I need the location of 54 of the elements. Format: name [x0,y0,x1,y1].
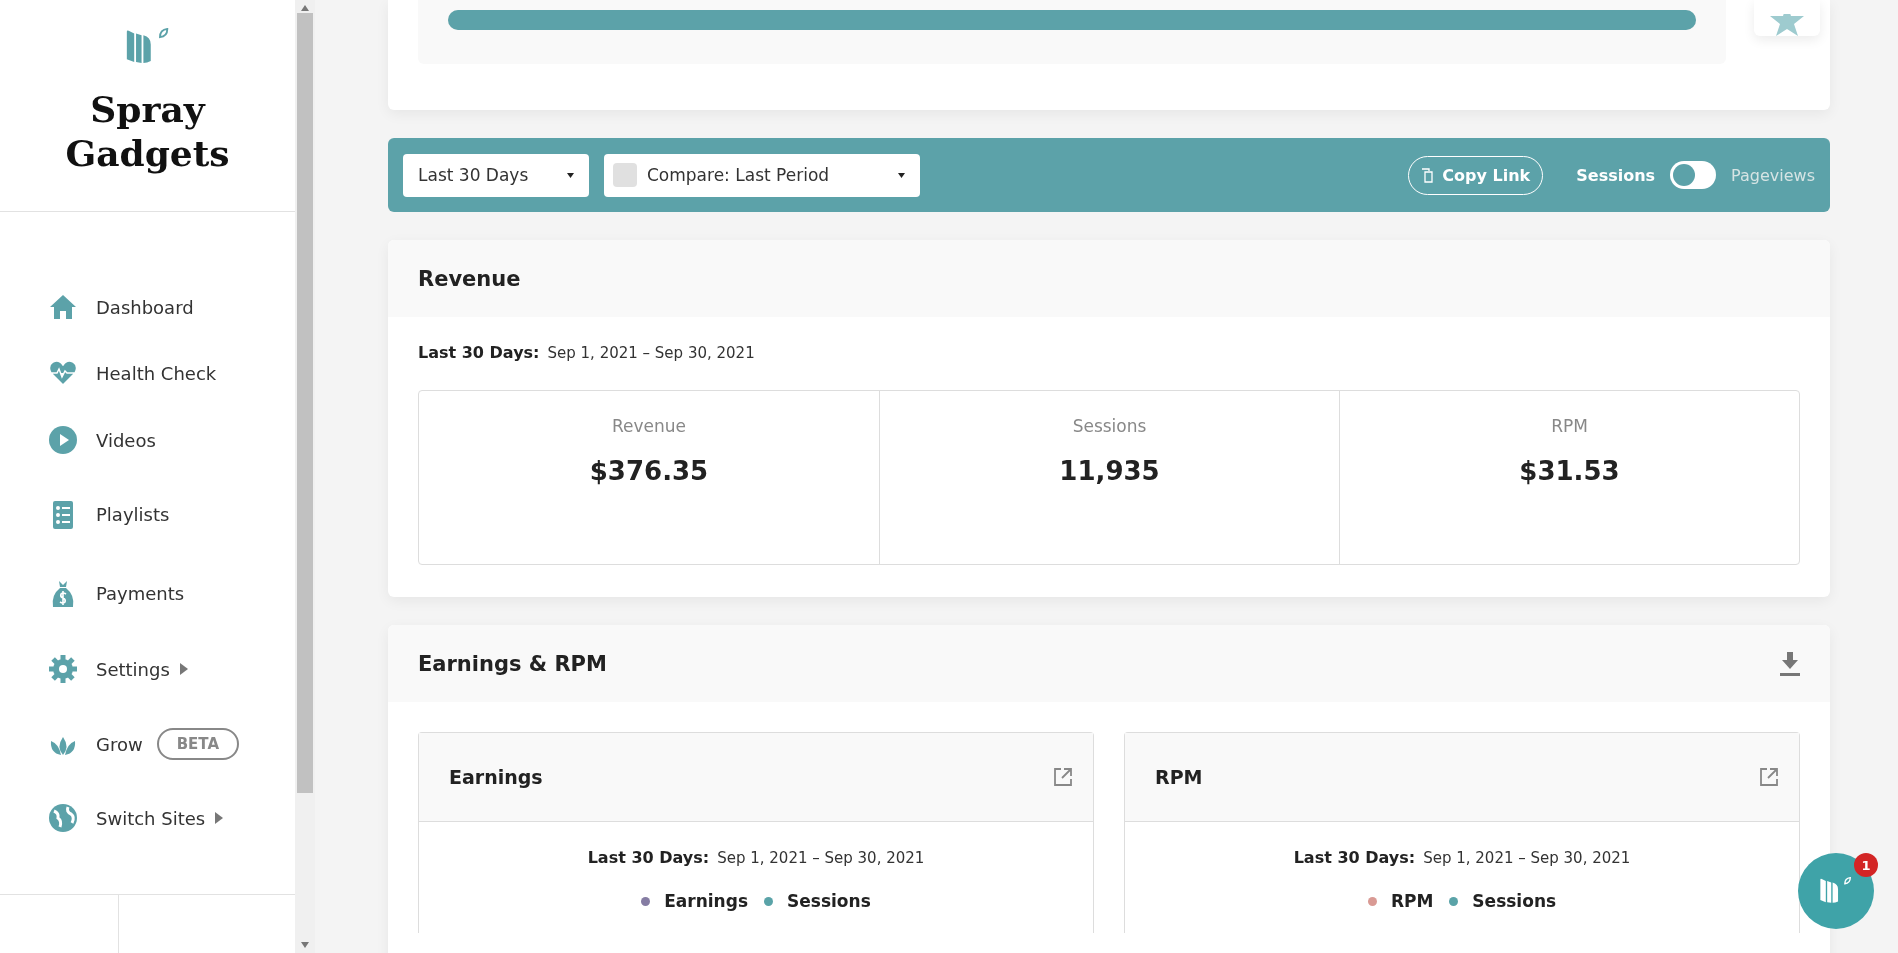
star-icon [1770,14,1804,36]
compare-dropdown[interactable]: Compare: Last Period [604,153,920,197]
scroll-thumb[interactable] [297,13,313,793]
legend-item: Earnings [641,891,748,911]
nav-item[interactable]: Grow BETA [48,706,295,782]
stat-value: $376.35 [589,456,709,486]
nav-item[interactable]: Health Check [48,340,295,406]
period-label: Last 30 Days: [1293,848,1416,867]
card-title: Revenue [418,266,521,291]
external-link-icon[interactable] [1759,767,1779,787]
nav-item[interactable]: Videos [48,406,295,474]
scroll-down-icon[interactable] [301,942,309,948]
notification-badge: 1 [1854,853,1878,877]
legend-item: Sessions [1449,891,1557,911]
star-button[interactable] [1754,0,1820,36]
period-dates: Sep 1, 2021 – Sep 30, 2021 [1423,849,1631,867]
copy-icon [1421,167,1435,183]
nav-item[interactable]: Playlists [48,474,295,555]
switch-knob [1673,164,1696,186]
period-label: Last 30 Days: [418,343,540,362]
panel-title: Earnings [449,766,543,788]
card-title: Earnings & RPM [418,651,607,676]
nav-item[interactable]: Settings [48,632,295,706]
compare-checkbox[interactable] [613,163,637,187]
external-link-icon[interactable] [1053,767,1073,787]
period-dates: Sep 1, 2021 – Sep 30, 2021 [717,849,925,867]
period-label: Last 30 Days: [587,848,710,867]
metric-switch[interactable] [1670,161,1717,189]
globe-icon [48,803,78,833]
stat-label: Sessions [1072,416,1147,436]
stat-value: $31.53 [1519,456,1620,486]
panel-title: RPM [1155,766,1203,788]
scroll-up-icon[interactable] [301,5,309,11]
stat-label: RPM [1551,416,1588,436]
legend-item: Sessions [764,891,871,911]
play-icon [48,425,78,455]
stat-value: 11,935 [1059,456,1160,486]
download-icon[interactable] [1780,651,1800,676]
home-icon [48,292,78,322]
scrollbar[interactable] [295,0,315,953]
nav-item[interactable]: Payments [48,555,295,632]
gear-icon [48,654,78,684]
nav-item[interactable]: Switch Sites [48,782,295,854]
logo-icon [124,28,171,65]
caret-icon [898,172,905,178]
caret-icon [567,172,574,178]
site-name: Spray Gadgets [64,86,231,175]
range-dropdown[interactable]: Last 30 Days [403,153,589,197]
stat-label: Revenue [611,416,686,436]
nav-item[interactable]: Dashboard [48,274,295,340]
period-dates: Sep 1, 2021 – Sep 30, 2021 [547,344,755,362]
chat-logo-icon [1819,877,1853,905]
legend-item: RPM [1367,891,1434,911]
beta-badge: BETA [156,728,240,760]
